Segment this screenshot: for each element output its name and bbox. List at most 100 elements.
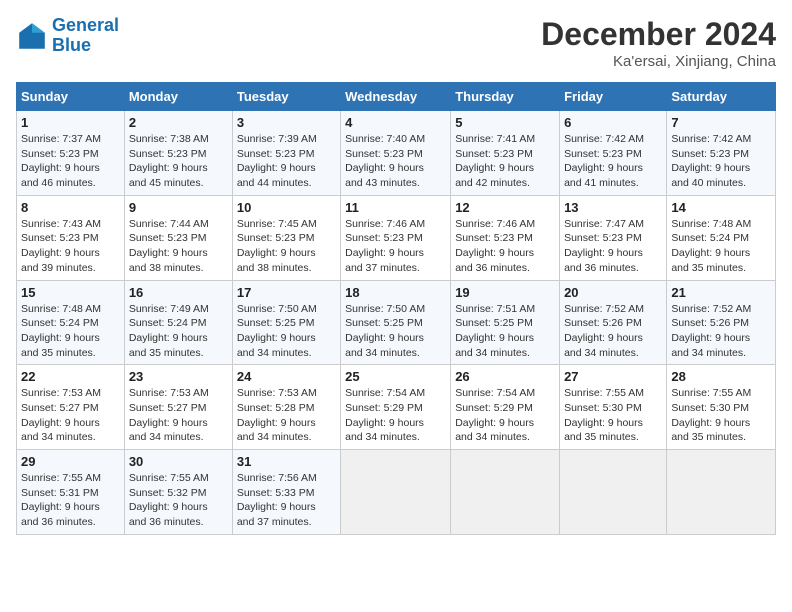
calendar-table: SundayMondayTuesdayWednesdayThursdayFrid…	[16, 82, 776, 535]
location-subtitle: Ka'ersai, Xinjiang, China	[541, 53, 776, 70]
calendar-cell: 8 Sunrise: 7:43 AM Sunset: 5:23 PM Daylig…	[17, 195, 125, 280]
day-number: 29	[21, 454, 120, 469]
day-number: 4	[345, 115, 446, 130]
day-info: Sunrise: 7:54 AM Sunset: 5:29 PM Dayligh…	[345, 386, 446, 445]
calendar-cell: 26Sunrise: 7:54 AM Sunset: 5:29 PM Dayli…	[451, 365, 560, 450]
day-info: Sunrise: 7:50 AM Sunset: 5:25 PM Dayligh…	[237, 302, 336, 361]
calendar-week-row: 15 Sunrise: 7:48 AM Sunset: 5:24 PM Dayli…	[17, 280, 776, 365]
calendar-cell: 10 Sunrise: 7:45 AM Sunset: 5:23 PM Dayli…	[232, 195, 340, 280]
calendar-cell: 19Sunrise: 7:51 AM Sunset: 5:25 PM Dayli…	[451, 280, 560, 365]
calendar-week-row: 8 Sunrise: 7:43 AM Sunset: 5:23 PM Daylig…	[17, 195, 776, 280]
day-number: 20	[564, 285, 662, 300]
day-number: 17	[237, 285, 336, 300]
day-info: Sunrise: 7:45 AM Sunset: 5:23 PM Dayligh…	[237, 217, 336, 276]
title-block: December 2024 Ka'ersai, Xinjiang, China	[541, 16, 776, 70]
day-number: 24	[237, 369, 336, 384]
header-cell-thursday: Thursday	[451, 83, 560, 111]
calendar-week-row: 1Sunrise: 7:37 AM Sunset: 5:23 PM Daylig…	[17, 111, 776, 196]
calendar-cell: 16 Sunrise: 7:49 AM Sunset: 5:24 PM Dayli…	[124, 280, 232, 365]
day-info: Sunrise: 7:39 AM Sunset: 5:23 PM Dayligh…	[237, 132, 336, 191]
logo-line1: General	[52, 15, 119, 35]
calendar-cell: 20Sunrise: 7:52 AM Sunset: 5:26 PM Dayli…	[560, 280, 667, 365]
header-cell-sunday: Sunday	[17, 83, 125, 111]
header-cell-saturday: Saturday	[667, 83, 776, 111]
header-cell-friday: Friday	[560, 83, 667, 111]
calendar-cell: 30 Sunrise: 7:55 AM Sunset: 5:32 PM Dayli…	[124, 450, 232, 535]
day-number: 2	[129, 115, 228, 130]
day-info: Sunrise: 7:48 AM Sunset: 5:24 PM Dayligh…	[21, 302, 120, 361]
calendar-cell: 4 Sunrise: 7:40 AM Sunset: 5:23 PM Daylig…	[341, 111, 451, 196]
calendar-cell: 3 Sunrise: 7:39 AM Sunset: 5:23 PM Daylig…	[232, 111, 340, 196]
day-info: Sunrise: 7:50 AM Sunset: 5:25 PM Dayligh…	[345, 302, 446, 361]
calendar-cell: 6Sunrise: 7:42 AM Sunset: 5:23 PM Daylig…	[560, 111, 667, 196]
day-number: 1	[21, 115, 120, 130]
calendar-cell	[560, 450, 667, 535]
day-info: Sunrise: 7:44 AM Sunset: 5:23 PM Dayligh…	[129, 217, 228, 276]
calendar-cell: 1Sunrise: 7:37 AM Sunset: 5:23 PM Daylig…	[17, 111, 125, 196]
day-info: Sunrise: 7:53 AM Sunset: 5:27 PM Dayligh…	[129, 386, 228, 445]
day-number: 28	[671, 369, 771, 384]
day-info: Sunrise: 7:55 AM Sunset: 5:32 PM Dayligh…	[129, 471, 228, 530]
day-number: 11	[345, 200, 446, 215]
day-info: Sunrise: 7:54 AM Sunset: 5:29 PM Dayligh…	[455, 386, 555, 445]
calendar-cell: 22 Sunrise: 7:53 AM Sunset: 5:27 PM Dayli…	[17, 365, 125, 450]
day-number: 12	[455, 200, 555, 215]
calendar-cell: 18 Sunrise: 7:50 AM Sunset: 5:25 PM Dayli…	[341, 280, 451, 365]
day-number: 3	[237, 115, 336, 130]
day-number: 22	[21, 369, 120, 384]
day-info: Sunrise: 7:43 AM Sunset: 5:23 PM Dayligh…	[21, 217, 120, 276]
logo-text: General Blue	[52, 16, 119, 56]
day-info: Sunrise: 7:40 AM Sunset: 5:23 PM Dayligh…	[345, 132, 446, 191]
day-number: 30	[129, 454, 228, 469]
calendar-cell	[451, 450, 560, 535]
day-number: 27	[564, 369, 662, 384]
day-number: 13	[564, 200, 662, 215]
day-number: 6	[564, 115, 662, 130]
calendar-cell: 2 Sunrise: 7:38 AM Sunset: 5:23 PM Daylig…	[124, 111, 232, 196]
calendar-cell: 27 Sunrise: 7:55 AM Sunset: 5:30 PM Dayli…	[560, 365, 667, 450]
day-info: Sunrise: 7:41 AM Sunset: 5:23 PM Dayligh…	[455, 132, 555, 191]
calendar-cell: 15 Sunrise: 7:48 AM Sunset: 5:24 PM Dayli…	[17, 280, 125, 365]
day-number: 14	[671, 200, 771, 215]
day-number: 16	[129, 285, 228, 300]
day-number: 25	[345, 369, 446, 384]
calendar-cell: 31Sunrise: 7:56 AM Sunset: 5:33 PM Dayli…	[232, 450, 340, 535]
day-info: Sunrise: 7:46 AM Sunset: 5:23 PM Dayligh…	[345, 217, 446, 276]
header-cell-monday: Monday	[124, 83, 232, 111]
calendar-cell: 12 Sunrise: 7:46 AM Sunset: 5:23 PM Dayli…	[451, 195, 560, 280]
day-info: Sunrise: 7:38 AM Sunset: 5:23 PM Dayligh…	[129, 132, 228, 191]
day-number: 7	[671, 115, 771, 130]
day-number: 10	[237, 200, 336, 215]
day-info: Sunrise: 7:46 AM Sunset: 5:23 PM Dayligh…	[455, 217, 555, 276]
day-info: Sunrise: 7:55 AM Sunset: 5:30 PM Dayligh…	[671, 386, 771, 445]
day-number: 8	[21, 200, 120, 215]
calendar-cell: 14Sunrise: 7:48 AM Sunset: 5:24 PM Dayli…	[667, 195, 776, 280]
calendar-cell	[341, 450, 451, 535]
calendar-cell: 21Sunrise: 7:52 AM Sunset: 5:26 PM Dayli…	[667, 280, 776, 365]
logo-icon	[16, 20, 48, 52]
calendar-cell: 23Sunrise: 7:53 AM Sunset: 5:27 PM Dayli…	[124, 365, 232, 450]
day-number: 21	[671, 285, 771, 300]
day-number: 15	[21, 285, 120, 300]
calendar-cell: 7 Sunrise: 7:42 AM Sunset: 5:23 PM Daylig…	[667, 111, 776, 196]
calendar-cell: 13 Sunrise: 7:47 AM Sunset: 5:23 PM Dayli…	[560, 195, 667, 280]
header-cell-wednesday: Wednesday	[341, 83, 451, 111]
day-number: 5	[455, 115, 555, 130]
day-info: Sunrise: 7:47 AM Sunset: 5:23 PM Dayligh…	[564, 217, 662, 276]
calendar-cell: 17 Sunrise: 7:50 AM Sunset: 5:25 PM Dayli…	[232, 280, 340, 365]
month-title: December 2024	[541, 16, 776, 53]
day-info: Sunrise: 7:53 AM Sunset: 5:28 PM Dayligh…	[237, 386, 336, 445]
day-number: 19	[455, 285, 555, 300]
calendar-cell: 28 Sunrise: 7:55 AM Sunset: 5:30 PM Dayli…	[667, 365, 776, 450]
day-info: Sunrise: 7:53 AM Sunset: 5:27 PM Dayligh…	[21, 386, 120, 445]
calendar-week-row: 29Sunrise: 7:55 AM Sunset: 5:31 PM Dayli…	[17, 450, 776, 535]
calendar-cell: 29Sunrise: 7:55 AM Sunset: 5:31 PM Dayli…	[17, 450, 125, 535]
day-number: 18	[345, 285, 446, 300]
day-info: Sunrise: 7:49 AM Sunset: 5:24 PM Dayligh…	[129, 302, 228, 361]
day-info: Sunrise: 7:42 AM Sunset: 5:23 PM Dayligh…	[671, 132, 771, 191]
calendar-cell	[667, 450, 776, 535]
day-info: Sunrise: 7:55 AM Sunset: 5:30 PM Dayligh…	[564, 386, 662, 445]
calendar-cell: 25 Sunrise: 7:54 AM Sunset: 5:29 PM Dayli…	[341, 365, 451, 450]
calendar-body: 1Sunrise: 7:37 AM Sunset: 5:23 PM Daylig…	[17, 111, 776, 535]
header-cell-tuesday: Tuesday	[232, 83, 340, 111]
